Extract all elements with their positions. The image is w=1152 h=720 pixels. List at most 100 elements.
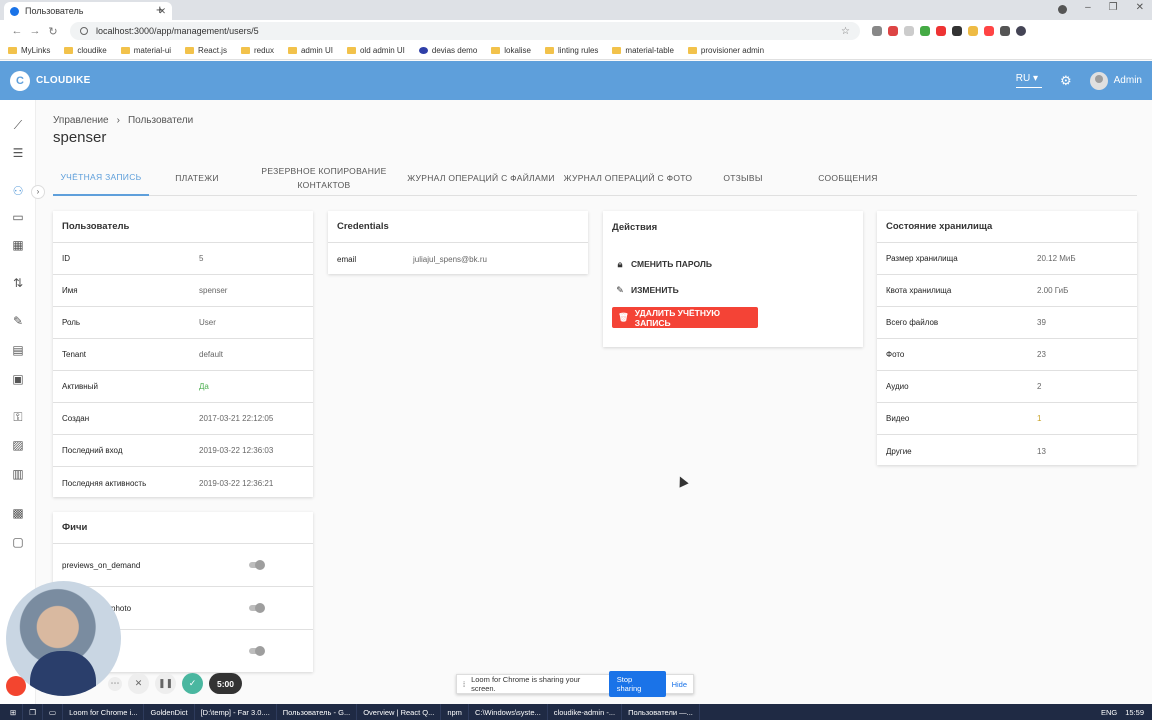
address-bar[interactable]: localhost:3000/app/management/users/5 ☆ — [70, 22, 860, 40]
extensions-puzzle-icon[interactable] — [1000, 26, 1010, 36]
profile-dot-icon[interactable] — [1058, 5, 1068, 14]
minimize-icon[interactable]: – — [1085, 2, 1091, 14]
key-icon[interactable]: ⚿ — [11, 410, 25, 424]
taskbar-item[interactable]: [D:\temp] - Far 3.0.... — [195, 704, 277, 720]
contact-icon[interactable]: ▨ — [11, 438, 25, 452]
bookmark-item[interactable]: admin UI — [287, 46, 333, 55]
taskbar-item[interactable]: npm — [441, 704, 469, 720]
new-tab-icon[interactable]: + — [156, 2, 164, 17]
billing-icon[interactable]: ▣ — [11, 372, 25, 386]
stop-sharing-button[interactable]: Stop sharing — [608, 671, 666, 697]
storage-card: Состояние хранилища Размер хранилища 20.1… — [877, 211, 1137, 465]
task-view-icon[interactable]: ❐ — [23, 704, 44, 720]
taskbar-item[interactable]: Overview | React Q... — [357, 704, 442, 720]
clock[interactable]: 15:59 — [1125, 708, 1144, 717]
explorer-icon[interactable]: ▭ — [43, 704, 64, 720]
bookmark-item[interactable]: redux — [240, 46, 274, 55]
extension-icon[interactable] — [952, 26, 962, 36]
devias-icon — [418, 47, 428, 54]
extension-icon[interactable] — [920, 26, 930, 36]
bookmark-item[interactable]: lokalise — [491, 46, 531, 55]
cloudike-logo-icon[interactable]: C — [10, 70, 30, 91]
back-icon[interactable]: ← — [8, 25, 26, 37]
feature-toggle[interactable] — [249, 646, 265, 656]
breadcrumb-current[interactable]: Пользователи — [128, 115, 193, 126]
sync-icon[interactable]: ⇅ — [11, 276, 25, 290]
bookmark-item[interactable]: React.js — [185, 46, 227, 55]
table-row: ID 5 — [53, 243, 313, 275]
bookmark-item[interactable]: old admin UI — [346, 46, 405, 55]
edit-button[interactable]: ✎ Изменить — [603, 277, 863, 303]
breadcrumb: Управление › Пользователи — [53, 115, 193, 126]
more-icon[interactable]: ⋯ — [108, 676, 122, 691]
trending-icon[interactable]: ⟋ — [11, 118, 25, 132]
delete-account-button[interactable]: 🗑︎ Удалить учётную запись — [612, 307, 758, 328]
start-icon[interactable]: ⊞ — [4, 704, 24, 720]
bookmark-item[interactable]: linting rules — [544, 46, 598, 55]
table-row: Последний вход 2019-03-22 12:36:03 — [53, 435, 313, 467]
tab-account[interactable]: Учётная запись — [53, 160, 149, 196]
profile-avatar-icon[interactable] — [1016, 26, 1026, 36]
extension-icon[interactable] — [984, 26, 994, 36]
drag-handle-icon[interactable]: ⁞ — [463, 680, 465, 689]
bookmark-star-icon[interactable]: ☆ — [841, 26, 850, 37]
taskbar-item[interactable]: GoldenDict — [144, 704, 195, 720]
bookmark-item[interactable]: cloudike — [64, 46, 107, 55]
taskbar-item[interactable]: Пользователь - G... — [277, 704, 358, 720]
bookmark-item[interactable]: MyLinks — [8, 46, 50, 55]
reload-icon[interactable]: ↻ — [44, 25, 62, 38]
hide-button[interactable]: Hide — [672, 680, 687, 689]
loom-controls: ⋯ ✕ ❚❚ ✓ 5:00 — [108, 673, 243, 694]
bookmark-item[interactable]: material-ui — [120, 46, 171, 55]
browser-toolbar: ← → ↻ localhost:3000/app/management/user… — [0, 20, 1152, 42]
taskbar-item[interactable]: Пользователи —... — [622, 704, 700, 720]
keyboard-language[interactable]: ENG — [1101, 708, 1117, 717]
list-icon[interactable]: ☰ — [11, 146, 25, 160]
bookmark-item[interactable]: devias demo — [418, 46, 477, 55]
sidebar-expand-icon[interactable]: › — [31, 185, 45, 199]
breadcrumb-parent[interactable]: Управление — [53, 115, 109, 126]
article-icon[interactable]: ▤ — [11, 343, 25, 357]
browser-tab[interactable]: Пользователь ✕ — [4, 2, 172, 20]
close-window-icon[interactable]: ✕ — [1136, 2, 1144, 14]
feedback-icon[interactable]: ▭ — [11, 210, 25, 224]
gear-icon[interactable]: ⚙ — [1060, 73, 1072, 89]
extension-icon[interactable] — [872, 26, 882, 36]
folder-icon — [8, 47, 17, 54]
feature-toggle[interactable] — [249, 560, 265, 570]
bookmark-item[interactable]: provisioner admin — [687, 46, 764, 55]
extension-icon[interactable] — [936, 26, 946, 36]
users-icon[interactable]: ⚇ — [11, 184, 25, 198]
receipt-icon[interactable]: ▥ — [11, 467, 25, 481]
taskbar-item[interactable]: Loom for Chrome i... — [63, 704, 145, 720]
finish-recording-icon[interactable]: ✓ — [182, 673, 203, 694]
tab-payments[interactable]: Платежи — [149, 160, 245, 196]
extension-icon[interactable] — [888, 26, 898, 36]
bookmark-item[interactable]: material-table — [612, 46, 674, 55]
taskbar-item[interactable]: C:\Windows\syste... — [469, 704, 548, 720]
dashboard-icon[interactable]: ▦ — [11, 238, 25, 252]
tab-contacts-backup[interactable]: Резервное копирование контактов — [259, 160, 389, 196]
language-select[interactable]: RU ▾ — [1015, 73, 1042, 88]
pause-icon[interactable]: ❚❚ — [155, 673, 176, 694]
tab-file-log[interactable]: Журнал операций с файлами — [405, 160, 557, 196]
taskbar-item[interactable]: cloudike-admin -... — [548, 704, 623, 720]
collections-icon[interactable]: ▢ — [11, 535, 25, 549]
folder-icon — [612, 47, 622, 54]
message-icon[interactable]: ✎ — [11, 314, 25, 328]
restore-icon[interactable]: ❐ — [1109, 2, 1118, 14]
tab-feedback[interactable]: Отзывы — [698, 160, 788, 196]
user-menu[interactable]: Admin — [1089, 71, 1142, 90]
tab-messages[interactable]: Сообщения — [798, 160, 898, 196]
tab-photo-log[interactable]: Журнал операций с фото — [563, 160, 693, 196]
cancel-recording-icon[interactable]: ✕ — [128, 673, 149, 694]
extension-icon[interactable] — [968, 26, 978, 36]
feature-toggle[interactable] — [249, 603, 265, 613]
forward-icon[interactable]: → — [26, 25, 44, 37]
storage-icon[interactable]: ▩ — [11, 506, 25, 520]
table-row: email juliajul_spens@bk.ru — [337, 254, 487, 264]
site-info-icon[interactable] — [80, 27, 88, 35]
extension-icon[interactable] — [904, 26, 914, 36]
change-password-button[interactable]: 🔒︎ Сменить пароль — [603, 251, 863, 277]
loom-logo-icon[interactable] — [6, 676, 26, 696]
